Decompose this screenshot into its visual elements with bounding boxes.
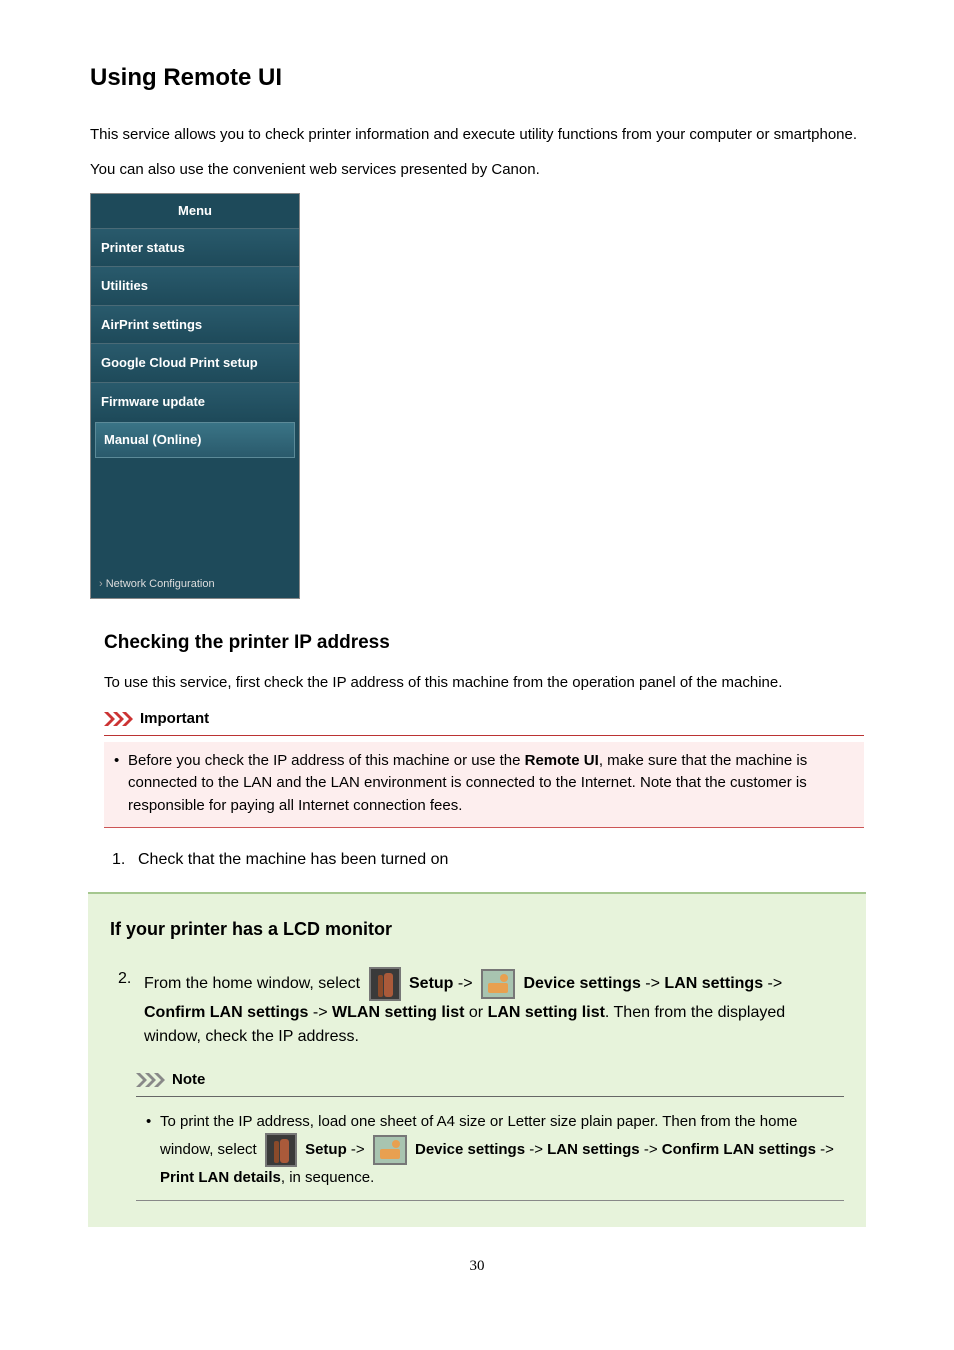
menu-footer-link: Network Configuration	[91, 570, 299, 599]
menu-item-airprint: AirPrint settings	[91, 305, 299, 344]
note-callout: Note To print the IP address, load one s…	[136, 1069, 844, 1201]
menu-item-manual: Manual (Online)	[95, 422, 295, 458]
section-heading-ip: Checking the printer IP address	[104, 629, 864, 658]
menu-item-firmware: Firmware update	[91, 382, 299, 421]
section-body-ip: To use this service, first check the IP …	[104, 672, 864, 695]
intro-paragraph-1: This service allows you to check printer…	[90, 124, 864, 147]
menu-header: Menu	[91, 194, 299, 228]
device-settings-icon	[373, 1135, 407, 1165]
menu-item-utilities: Utilities	[91, 266, 299, 305]
chevron-icon	[104, 712, 134, 726]
page-title: Using Remote UI	[90, 60, 864, 96]
step-1: Check that the machine has been turned o…	[112, 848, 864, 872]
setup-icon	[265, 1133, 297, 1167]
chevron-icon	[136, 1073, 166, 1087]
lcd-heading: If your printer has a LCD monitor	[110, 916, 844, 943]
menu-screenshot: Menu Printer status Utilities AirPrint s…	[90, 193, 300, 599]
important-label: Important	[140, 708, 209, 731]
menu-spacer	[91, 460, 299, 570]
important-item-1: Before you check the IP address of this …	[114, 750, 854, 818]
note-label: Note	[172, 1069, 205, 1092]
intro-paragraph-2: You can also use the convenient web serv…	[90, 159, 864, 182]
menu-item-gcp: Google Cloud Print setup	[91, 343, 299, 382]
important-callout: Important Before you check the IP addres…	[104, 708, 864, 828]
note-item-1: To print the IP address, load one sheet …	[146, 1111, 834, 1190]
step-2: From the home window, select Setup -> De…	[118, 967, 844, 1049]
lcd-section-box: If your printer has a LCD monitor From t…	[88, 892, 866, 1227]
page-number: 30	[90, 1255, 864, 1278]
device-settings-icon	[481, 969, 515, 999]
setup-icon	[369, 967, 401, 1001]
menu-item-printer-status: Printer status	[91, 228, 299, 267]
